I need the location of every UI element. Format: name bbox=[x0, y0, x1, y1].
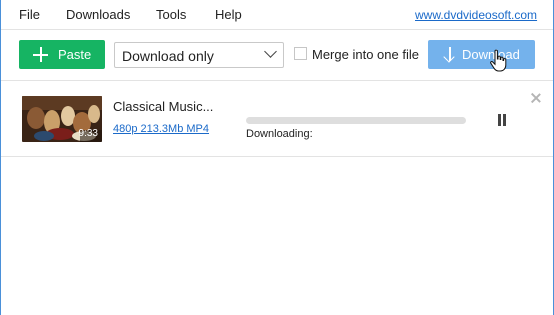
mode-dropdown[interactable]: Download only bbox=[114, 42, 284, 68]
merge-checkbox[interactable] bbox=[294, 47, 307, 60]
website-link[interactable]: www.dvdvideosoft.com bbox=[415, 8, 537, 22]
chevron-down-icon bbox=[264, 45, 277, 58]
window-border-left bbox=[0, 0, 1, 315]
arrow-down-icon bbox=[443, 47, 456, 63]
format-link[interactable]: 480p 213.3Mb MP4 bbox=[113, 123, 209, 135]
menu-bar: File Downloads Tools Help www.dvdvideoso… bbox=[0, 0, 554, 30]
download-button[interactable]: Download bbox=[428, 40, 535, 69]
plus-icon bbox=[33, 47, 48, 62]
menu-tools[interactable]: Tools bbox=[156, 7, 186, 22]
menu-file[interactable]: File bbox=[19, 7, 40, 22]
pause-icon[interactable] bbox=[496, 114, 508, 126]
paste-button[interactable]: Paste bbox=[19, 40, 105, 69]
merge-checkbox-label[interactable]: Merge into one file bbox=[312, 47, 419, 62]
menu-downloads[interactable]: Downloads bbox=[66, 7, 130, 22]
video-title: Classical Music... bbox=[113, 99, 214, 114]
download-status: Downloading: bbox=[246, 128, 313, 140]
mode-dropdown-value: Download only bbox=[122, 48, 214, 64]
toolbar-divider bbox=[1, 80, 553, 81]
item-divider bbox=[1, 156, 553, 157]
menu-help[interactable]: Help bbox=[215, 7, 242, 22]
menu-divider bbox=[1, 29, 553, 30]
hand-pointer-icon bbox=[490, 49, 507, 72]
video-thumbnail[interactable]: 9:33 bbox=[22, 96, 102, 142]
close-icon[interactable] bbox=[531, 93, 541, 103]
progress-bar bbox=[246, 117, 466, 124]
video-duration: 9:33 bbox=[78, 128, 98, 139]
paste-button-label: Paste bbox=[58, 47, 92, 62]
